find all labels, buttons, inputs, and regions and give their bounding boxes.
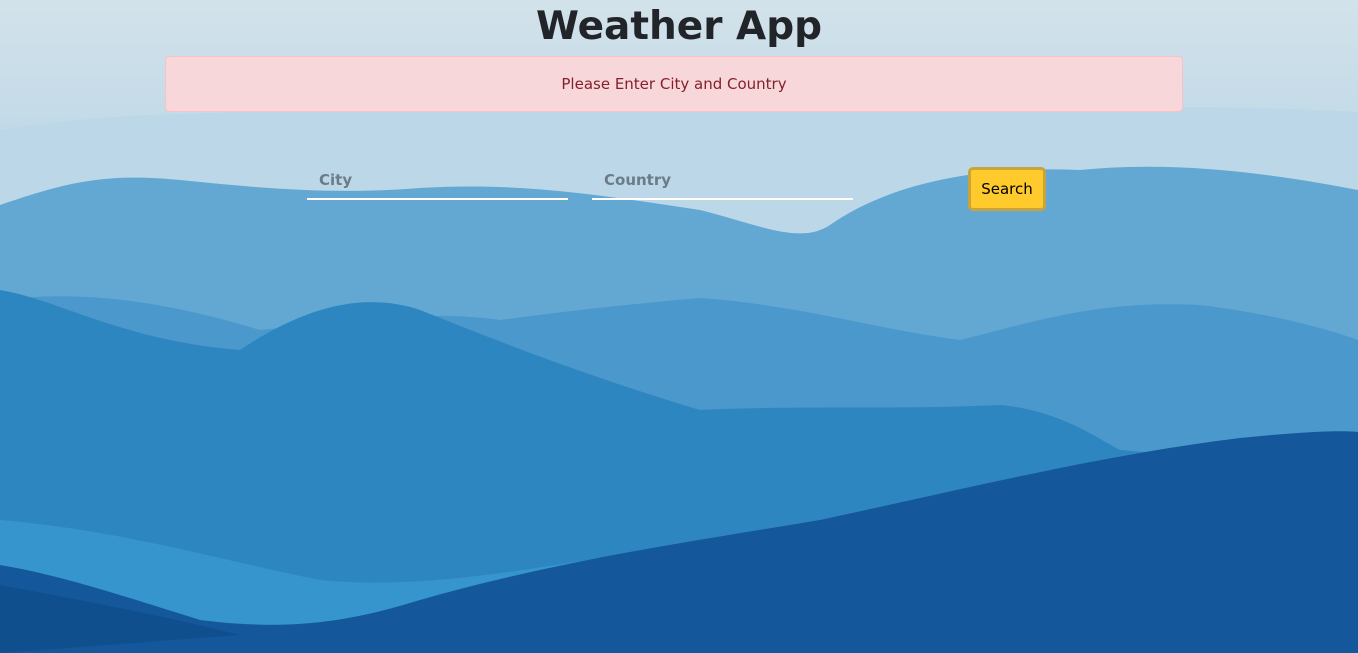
alert-message: Please Enter City and Country [561, 75, 787, 93]
error-alert: Please Enter City and Country [165, 56, 1183, 112]
page-title: Weather App [535, 4, 823, 49]
city-input[interactable] [307, 162, 568, 200]
search-button[interactable]: Search [968, 167, 1046, 211]
country-input[interactable] [592, 162, 853, 200]
